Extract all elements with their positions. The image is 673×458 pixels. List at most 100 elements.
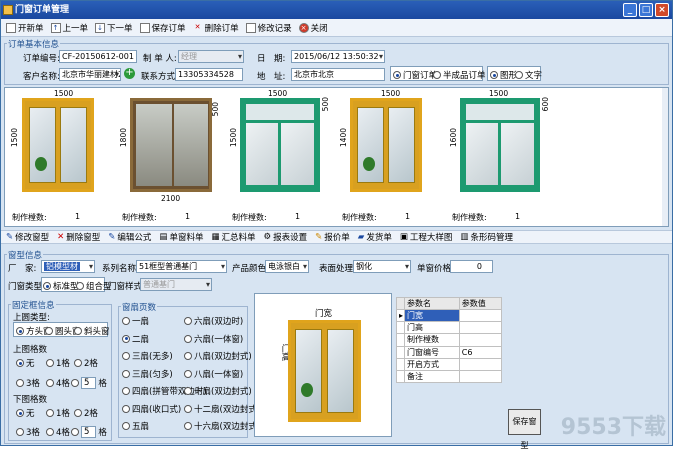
price-input[interactable]: 0: [450, 260, 493, 273]
count-label: 制作樘数:: [342, 213, 377, 222]
fixed-frame-title: 固定框信息: [11, 299, 56, 311]
top-grid-4[interactable]: 4格: [46, 377, 70, 389]
edit-model-button[interactable]: ✎ 修改窗型: [4, 231, 51, 243]
save-order-button[interactable]: 保存订单: [138, 22, 188, 34]
type-standard[interactable]: 标准型: [43, 280, 79, 292]
bottom-grid-custom[interactable]: 5格: [71, 426, 107, 438]
new-order-button[interactable]: 开新单: [4, 22, 46, 34]
delete-order-button[interactable]: ✕ 删除订单: [191, 22, 241, 34]
delivery-button[interactable]: ▰ 发货单: [356, 231, 394, 243]
close-window-button[interactable]: ×: [655, 3, 669, 17]
contact-label: 联系方式:: [141, 72, 178, 82]
sash-option[interactable]: 四扇(收口式): [122, 403, 181, 415]
sash-option[interactable]: 六扇(双边时): [184, 315, 243, 327]
prev-order-button[interactable]: ↑ 上一单: [49, 22, 91, 34]
gallery-scrollbar[interactable]: [662, 88, 668, 226]
count-value: 1: [405, 212, 411, 221]
gear-icon: ⚙: [263, 232, 272, 242]
top-grid-2[interactable]: 2格: [74, 357, 98, 369]
bottom-grid-2[interactable]: 2格: [74, 407, 98, 419]
window-thumbnail[interactable]: [130, 98, 212, 192]
address-label: 地 址:: [257, 72, 286, 82]
series-select[interactable]: 51框型普通基门: [136, 260, 227, 273]
delete-model-button[interactable]: ✕ 删除窗型: [55, 231, 102, 243]
top-type-slant[interactable]: 斜头窗: [74, 325, 110, 337]
add-customer-icon[interactable]: +: [124, 68, 135, 79]
top-grid-3[interactable]: 3格: [16, 377, 40, 389]
single-material-button[interactable]: ▤ 单窗料单: [157, 231, 205, 243]
window-thumbnail[interactable]: [350, 98, 422, 192]
sash-option[interactable]: 三扇(无多): [122, 350, 173, 362]
sash-option[interactable]: 二扇: [122, 333, 149, 345]
summary-material-button[interactable]: ▦ 汇总料单: [209, 231, 257, 243]
order-no-input[interactable]: CF-20150612-001: [59, 50, 137, 63]
style-select[interactable]: 普通基门: [140, 278, 212, 291]
table-row[interactable]: 门高: [396, 321, 503, 335]
contact-input[interactable]: 13305334528: [175, 68, 243, 81]
address-input[interactable]: 北京市北京: [291, 68, 385, 81]
sash-option[interactable]: 六扇(一体窗): [184, 333, 243, 345]
edit-log-button[interactable]: 修改记录: [244, 22, 294, 34]
sash-option[interactable]: 十六扇(双边封式): [184, 420, 260, 432]
bottom-grid-label: 下图格数: [13, 395, 48, 405]
count-value: 1: [295, 212, 301, 221]
save-model-button[interactable]: 保存窗型: [508, 409, 541, 450]
top-grid-custom[interactable]: 5格: [71, 377, 107, 389]
display-graphic[interactable]: 图形: [490, 69, 517, 81]
top-grid-1[interactable]: 1格: [46, 357, 70, 369]
sash-option[interactable]: 八扇(双边封式): [184, 350, 252, 362]
barcode-button[interactable]: ▥ 条形码管理: [458, 231, 515, 243]
bottom-grid-3[interactable]: 3格: [16, 426, 40, 438]
height-dimension: 1600: [449, 128, 458, 148]
maker-select[interactable]: 经理: [178, 50, 244, 63]
order-type-semi[interactable]: 半成品订单: [433, 69, 486, 81]
minimize-button[interactable]: _: [623, 3, 637, 17]
type-combined[interactable]: 组合型: [76, 280, 112, 292]
bottom-grid-4[interactable]: 4格: [46, 426, 70, 438]
window-gallery[interactable]: 1500 1500 制作樘数: 1 1800 500 2100 制作樘数: 1 …: [4, 87, 669, 227]
sash-option[interactable]: 三扇(匀多): [122, 368, 173, 380]
radio-icon: [184, 352, 192, 360]
window-thumbnail[interactable]: [240, 98, 320, 192]
maker-label: 制 单 人:: [143, 54, 177, 64]
display-text[interactable]: 文字: [515, 69, 542, 81]
sash-option[interactable]: 五扇: [122, 420, 149, 432]
report-settings-button[interactable]: ⚙ 报表设置: [262, 231, 310, 243]
window-thumbnail[interactable]: [460, 98, 540, 192]
edit-formula-button[interactable]: ✎ 编辑公式: [106, 231, 153, 243]
maker-label: 厂 家:: [8, 264, 37, 274]
main-window: 门窗订单管理 _ □ × 开新单 ↑ 上一单 ↓ 下一单 保存订单 ✕ 删除订单 修改…: [0, 0, 673, 450]
height-dimension: 1500: [10, 128, 19, 148]
maximize-button[interactable]: □: [639, 3, 653, 17]
window-thumbnail[interactable]: [22, 98, 94, 192]
order-type-door[interactable]: 门窗订单: [393, 69, 437, 81]
sash-option[interactable]: 十扇(双边封式): [184, 385, 252, 397]
table-row[interactable]: 制作樘数: [396, 333, 503, 347]
table-row[interactable]: 门窗编号 C6: [396, 345, 503, 359]
width-dimension: 2100: [161, 194, 181, 203]
barcode-icon: ▥: [460, 232, 469, 242]
table-row[interactable]: ▸ 门宽: [396, 309, 503, 323]
top-grid-none[interactable]: 无: [16, 357, 35, 369]
table-row[interactable]: 开启方式: [396, 357, 503, 371]
factory-select[interactable]: 铝模型材: [41, 260, 95, 273]
date-picker[interactable]: 2015/06/12 13:50:32: [291, 50, 385, 63]
sash-option[interactable]: 八扇(一体窗): [184, 368, 243, 380]
surface-select[interactable]: 钢化: [353, 260, 411, 273]
next-order-button[interactable]: ↓ 下一单: [93, 22, 135, 34]
order-no-label: 订单编号:: [23, 54, 60, 64]
width-dimension: 1500: [54, 89, 74, 98]
color-select[interactable]: 电泳银白: [265, 260, 309, 273]
table-row[interactable]: 备注: [396, 369, 503, 384]
quote-button[interactable]: ✎ 报价单: [313, 231, 352, 243]
sash-option[interactable]: 一扇: [122, 315, 149, 327]
height-dimension: 1500: [229, 128, 238, 148]
bottom-grid-none[interactable]: 无: [16, 407, 35, 419]
close-button[interactable]: × 关闭: [297, 22, 330, 34]
bottom-grid-1[interactable]: 1格: [46, 407, 70, 419]
sash-option[interactable]: 十二扇(双边封式): [184, 403, 260, 415]
radio-icon: [74, 409, 82, 417]
drawing-button[interactable]: ▣ 工程大样图: [398, 231, 455, 243]
count-label: 制作樘数:: [452, 213, 487, 222]
customer-select[interactable]: 北京市华丽建材2: [59, 68, 121, 81]
